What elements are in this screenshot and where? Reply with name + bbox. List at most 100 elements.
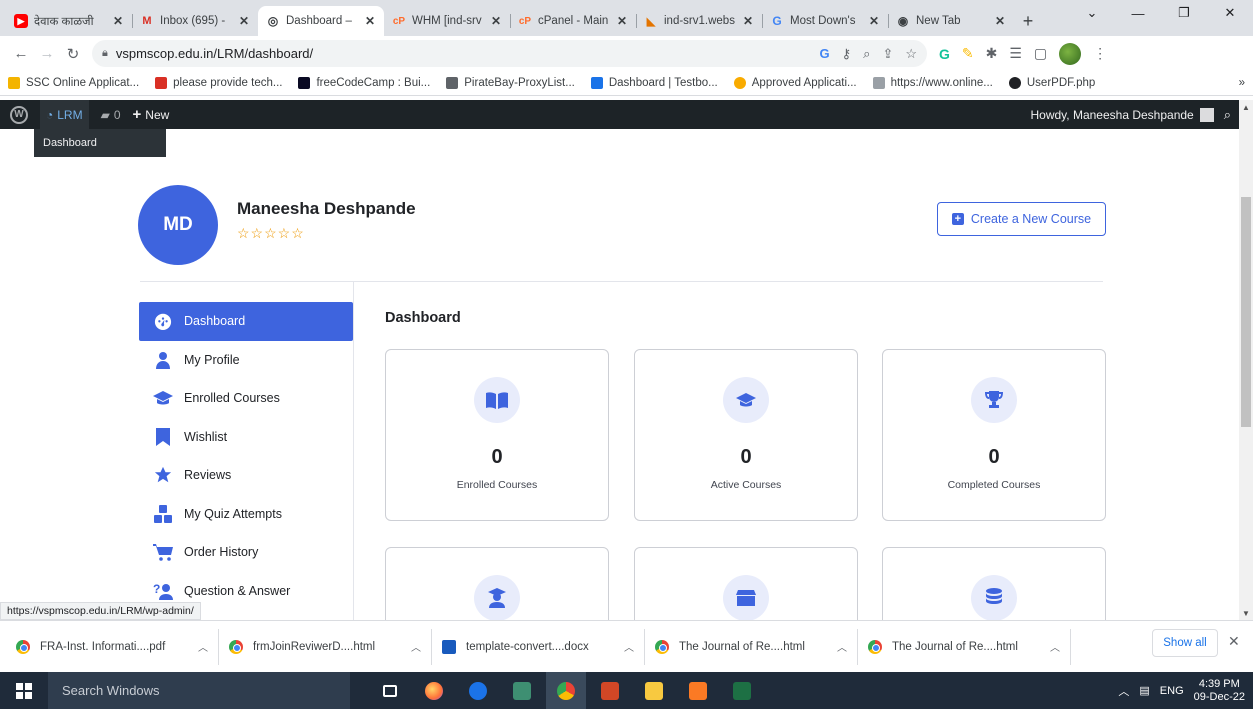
close-tab-icon[interactable]: ✕ (236, 14, 252, 28)
grammarly-icon[interactable]: G (939, 46, 950, 62)
reading-list-icon[interactable]: ☰ (1009, 45, 1022, 62)
tab-search-icon[interactable]: ⌄ (1069, 0, 1115, 26)
taskbar-apps (370, 672, 762, 709)
close-window-icon[interactable]: ✕ (1207, 0, 1253, 26)
bookmark-item[interactable]: please provide tech... (155, 77, 282, 89)
close-tab-icon[interactable]: ✕ (866, 14, 882, 28)
comments-menu[interactable]: ▰ 0 (101, 108, 121, 122)
profile-avatar-icon[interactable] (1059, 42, 1082, 65)
sidebar-item-reviews[interactable]: Reviews (139, 456, 353, 495)
windows-start-icon[interactable] (0, 672, 48, 709)
sidebar-item-quiz-attempts[interactable]: My Quiz Attempts (139, 495, 353, 534)
scroll-up-icon[interactable]: ▲ (1239, 100, 1253, 114)
taskbar-search-input[interactable]: Search Windows (48, 672, 350, 709)
publisher-icon[interactable] (502, 672, 542, 709)
forward-icon[interactable]: → (34, 41, 60, 67)
browser-tab[interactable]: cP WHM [ind-srv ✕ (384, 6, 510, 36)
page-scrollbar[interactable]: ▲ ▼ (1239, 100, 1253, 620)
download-item[interactable]: template-convert....docx ︿ (432, 628, 645, 665)
browser-tab[interactable]: G Most Down's ✕ (762, 6, 888, 36)
caret-up-icon[interactable]: ︿ (411, 639, 421, 654)
share-icon[interactable]: ⇪ (882, 46, 893, 62)
caret-up-icon[interactable]: ︿ (1050, 639, 1060, 654)
new-content-menu[interactable]: + New (133, 106, 170, 123)
download-item[interactable]: FRA-Inst. Informati....pdf ︿ (6, 628, 219, 665)
bookmark-item[interactable]: SSC Online Applicat... (8, 77, 139, 89)
account-menu[interactable]: Howdy, Maneesha Deshpande ⌕ (1031, 107, 1240, 123)
key-icon[interactable]: ⚷ (842, 46, 852, 62)
browser-tab[interactable]: M Inbox (695) - ✕ (132, 6, 258, 36)
create-course-button[interactable]: + Create a New Course (937, 202, 1106, 236)
scrollbar-thumb[interactable] (1241, 197, 1251, 427)
bookmark-item[interactable]: UserPDF.php (1008, 77, 1095, 89)
minimize-icon[interactable]: — (1115, 0, 1161, 26)
side-panel-icon[interactable]: ▢ (1034, 45, 1047, 62)
back-icon[interactable]: ← (8, 41, 34, 67)
close-tab-icon[interactable]: ✕ (614, 14, 630, 28)
bookmark-item[interactable]: Dashboard | Testbo... (590, 77, 718, 89)
download-item[interactable]: frmJoinReviwerD....html ︿ (219, 628, 432, 665)
site-name-menu[interactable]: ◔ LRM (40, 100, 89, 129)
opera-icon[interactable] (458, 672, 498, 709)
sidebar-item-enrolled-courses[interactable]: Enrolled Courses (139, 379, 353, 418)
browser-tab-active[interactable]: ◎ Dashboard – ✕ (258, 6, 384, 36)
bookmark-item[interactable]: PirateBay-ProxyList... (446, 77, 575, 89)
file-explorer-icon[interactable] (634, 672, 674, 709)
browser-tab[interactable]: ◣ ind-srv1.webs ✕ (636, 6, 762, 36)
search-icon[interactable]: ⌕ (1224, 107, 1231, 123)
caret-up-icon[interactable]: ︿ (198, 639, 208, 654)
sidebar-item-my-profile[interactable]: My Profile (139, 341, 353, 380)
stat-label: Enrolled Courses (456, 479, 538, 491)
bookmark-item[interactable]: https://www.online... (872, 77, 993, 89)
task-view-icon[interactable] (370, 672, 410, 709)
clock[interactable]: 4:39 PM 09-Dec-22 (1194, 678, 1245, 704)
restore-icon[interactable]: ❐ (1161, 0, 1207, 26)
close-tab-icon[interactable]: ✕ (488, 14, 504, 28)
close-tab-icon[interactable]: ✕ (362, 14, 378, 28)
address-bar[interactable]: 🔒︎ vspmscop.edu.in/LRM/dashboard/ G ⚷ ⌕ … (92, 40, 927, 67)
download-name: template-convert....docx (466, 640, 589, 653)
google-lens-icon[interactable]: G (820, 46, 830, 62)
stat-card (634, 547, 858, 620)
excel-icon[interactable] (722, 672, 762, 709)
show-all-button[interactable]: Show all (1152, 629, 1218, 657)
extensions-icon[interactable]: ✱ (986, 45, 998, 62)
zoom-icon[interactable]: ⌕ (863, 46, 870, 62)
close-tab-icon[interactable]: ✕ (740, 14, 756, 28)
chevron-up-icon[interactable]: ︿ (1118, 683, 1129, 699)
firefox-icon[interactable] (414, 672, 454, 709)
close-icon[interactable]: ✕ (1228, 633, 1240, 650)
scroll-down-icon[interactable]: ▼ (1239, 606, 1253, 620)
pen-icon[interactable]: ✎ (962, 45, 974, 62)
bookmark-item[interactable]: Approved Applicati... (733, 77, 857, 89)
browser-tab[interactable]: cP cPanel - Main ✕ (510, 6, 636, 36)
bookmark-star-icon[interactable]: ☆ (905, 46, 917, 62)
xampp-icon[interactable] (678, 672, 718, 709)
reload-icon[interactable]: ↻ (60, 41, 86, 67)
download-item[interactable]: The Journal of Re....html ︿ (645, 628, 858, 665)
graduation-cap-icon (723, 377, 769, 423)
powerpoint-icon[interactable] (590, 672, 630, 709)
browser-tab[interactable]: ◉ New Tab ✕ (888, 6, 1014, 36)
chrome-icon[interactable] (546, 672, 586, 709)
wordpress-logo-icon[interactable]: W (10, 105, 28, 124)
sidebar-item-wishlist[interactable]: Wishlist (139, 418, 353, 457)
notification-icon[interactable]: ▤ (1139, 684, 1149, 697)
menu-icon[interactable]: ⋮ (1093, 45, 1107, 62)
lock-icon[interactable]: 🔒︎ (102, 47, 108, 60)
new-tab-button[interactable]: + (1014, 6, 1042, 36)
language-indicator[interactable]: ENG (1160, 685, 1184, 697)
close-tab-icon[interactable]: ✕ (992, 14, 1008, 28)
bookmark-item[interactable]: freeCodeCamp : Bui... (298, 77, 430, 89)
download-name: frmJoinReviwerD....html (253, 640, 376, 653)
sidebar-item-dashboard[interactable]: Dashboard (139, 302, 353, 341)
rating-stars: ☆☆☆☆☆ (237, 225, 305, 241)
caret-up-icon[interactable]: ︿ (837, 639, 847, 654)
user-avatar-icon (1199, 107, 1214, 122)
browser-tab[interactable]: ▶ देवाक काळजी ✕ (6, 6, 132, 36)
bookmarks-more-button[interactable]: » (1239, 77, 1245, 89)
close-tab-icon[interactable]: ✕ (110, 14, 126, 28)
caret-up-icon[interactable]: ︿ (624, 639, 634, 654)
download-item[interactable]: The Journal of Re....html ︿ (858, 628, 1071, 665)
sidebar-item-order-history[interactable]: Order History (139, 533, 353, 572)
